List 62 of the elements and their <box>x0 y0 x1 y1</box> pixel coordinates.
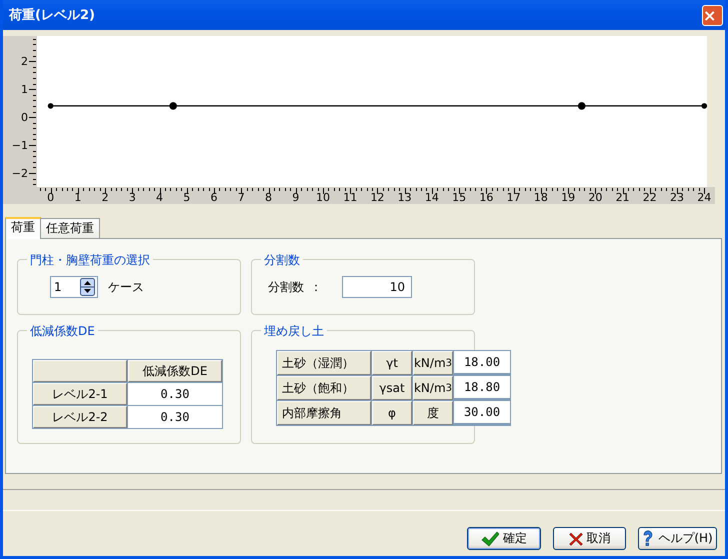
axis-label: 11 <box>343 191 358 204</box>
value-cell[interactable]: 0.30 <box>128 406 222 428</box>
group-title: 低減係数DE <box>27 323 98 340</box>
row-header: レベル2-2 <box>33 406 127 428</box>
help-button[interactable]: ヘルプ(H) <box>638 527 717 550</box>
tab[interactable]: 任意荷重 <box>40 218 100 238</box>
axis-label: 16 <box>479 191 494 204</box>
value-cell[interactable]: 30.00 <box>454 401 510 423</box>
ok-button[interactable]: 確定 <box>467 527 541 550</box>
axis-label: 17 <box>506 191 521 204</box>
axis-label: 24 <box>697 191 712 204</box>
symbol-cell: γsat <box>372 376 412 400</box>
value-cell[interactable]: 18.80 <box>454 376 510 398</box>
spin-arrows-icon[interactable] <box>80 278 95 296</box>
axis-label: 15 <box>452 191 466 204</box>
value-cell[interactable]: 0.30 <box>128 383 222 405</box>
group-title: 分割数 <box>261 252 303 269</box>
unit-cell: 度 <box>413 401 453 425</box>
spin-field[interactable]: 1 <box>50 276 98 298</box>
row-header: 内部摩擦角 <box>277 401 371 425</box>
axis-label: 13 <box>398 191 412 204</box>
symbol-cell: γt <box>372 351 412 375</box>
tab[interactable]: 荷重 <box>5 217 41 239</box>
check-icon <box>481 530 499 546</box>
axis-label: 10 <box>316 191 330 204</box>
axis-label: 0 <box>21 111 28 124</box>
row-header: 土砂（湿潤） <box>277 351 371 375</box>
axis-label: 19 <box>561 191 576 204</box>
value-cell[interactable]: 18.00 <box>454 351 510 373</box>
axis-label: −2 <box>12 167 28 180</box>
chart-point <box>701 103 708 109</box>
axis-label: 2 <box>21 55 28 68</box>
unit-label: ケース <box>108 278 144 296</box>
axis-label: 20 <box>588 191 602 204</box>
input-field[interactable]: 10 <box>342 276 412 298</box>
colon-label: ： <box>310 278 322 296</box>
chart-point <box>578 102 586 110</box>
symbol-cell: φ <box>372 401 412 425</box>
axis-label: 0 <box>47 191 54 204</box>
axis-label: 1 <box>21 83 28 96</box>
axis-label: 22 <box>642 191 657 204</box>
axis-label: 21 <box>616 191 630 204</box>
axis-label: 14 <box>424 191 439 204</box>
chart-point <box>169 102 177 110</box>
column-header: 低減係数DE <box>128 360 222 382</box>
axis-label: −1 <box>12 139 28 152</box>
row-header: 土砂（飽和） <box>277 376 371 400</box>
axis-label: 18 <box>534 191 548 204</box>
field-label: 分割数 <box>268 278 304 296</box>
cross-icon <box>568 532 582 546</box>
group-title: 門柱・胸壁荷重の選択 <box>27 252 153 269</box>
axis-label: 8 <box>265 191 272 204</box>
axis-label: 12 <box>370 191 384 204</box>
cancel-button[interactable]: 取消 <box>553 527 626 550</box>
close-button[interactable]: × <box>702 4 723 26</box>
window-title: 荷重(レベル2) <box>9 6 95 24</box>
axis-label: 23 <box>670 191 684 204</box>
group-title: 埋め戻し土 <box>261 323 327 340</box>
chart-point <box>48 103 54 109</box>
axis-label: 1 <box>74 191 82 204</box>
row-header: レベル2-1 <box>33 383 127 405</box>
question-icon <box>642 530 654 548</box>
